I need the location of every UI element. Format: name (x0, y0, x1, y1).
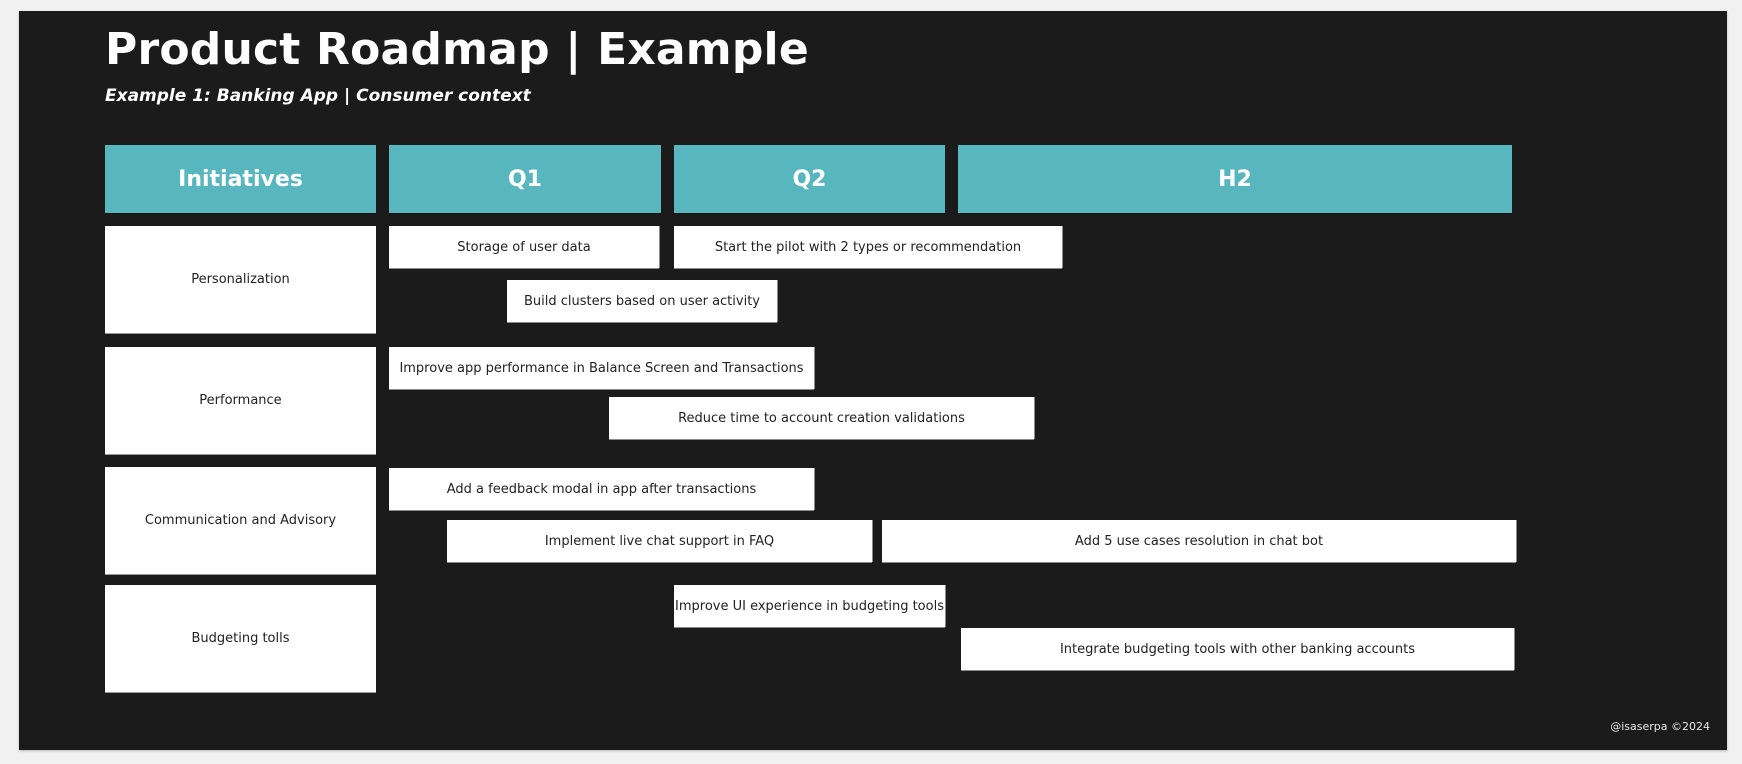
copyright-footer: @isaserpa ©2024 (1610, 720, 1710, 733)
page-title: Product Roadmap | Example (105, 24, 809, 75)
task-card: Reduce time to account creation validati… (609, 397, 1034, 439)
task-card: Integrate budgeting tools with other ban… (961, 628, 1514, 670)
task-card: Add 5 use cases resolution in chat bot (882, 520, 1516, 562)
initiative-communication-advisory: Communication and Advisory (105, 467, 376, 574)
task-card: Implement live chat support in FAQ (447, 520, 872, 562)
column-header-q1: Q1 (389, 145, 661, 213)
initiative-budgeting-tools: Budgeting tolls (105, 585, 376, 692)
task-card: Add a feedback modal in app after transa… (389, 468, 814, 510)
initiative-personalization: Personalization (105, 226, 376, 333)
task-card: Build clusters based on user activity (507, 280, 777, 322)
page-subtitle: Example 1: Banking App | Consumer contex… (105, 86, 531, 106)
initiative-performance: Performance (105, 347, 376, 454)
column-header-initiatives: Initiatives (105, 145, 376, 213)
task-card: Start the pilot with 2 types or recommen… (674, 226, 1062, 268)
task-card: Improve UI experience in budgeting tools (674, 585, 945, 627)
column-header-q2: Q2 (674, 145, 945, 213)
task-card: Improve app performance in Balance Scree… (389, 347, 814, 389)
task-card: Storage of user data (389, 226, 659, 268)
column-header-h2: H2 (958, 145, 1512, 213)
